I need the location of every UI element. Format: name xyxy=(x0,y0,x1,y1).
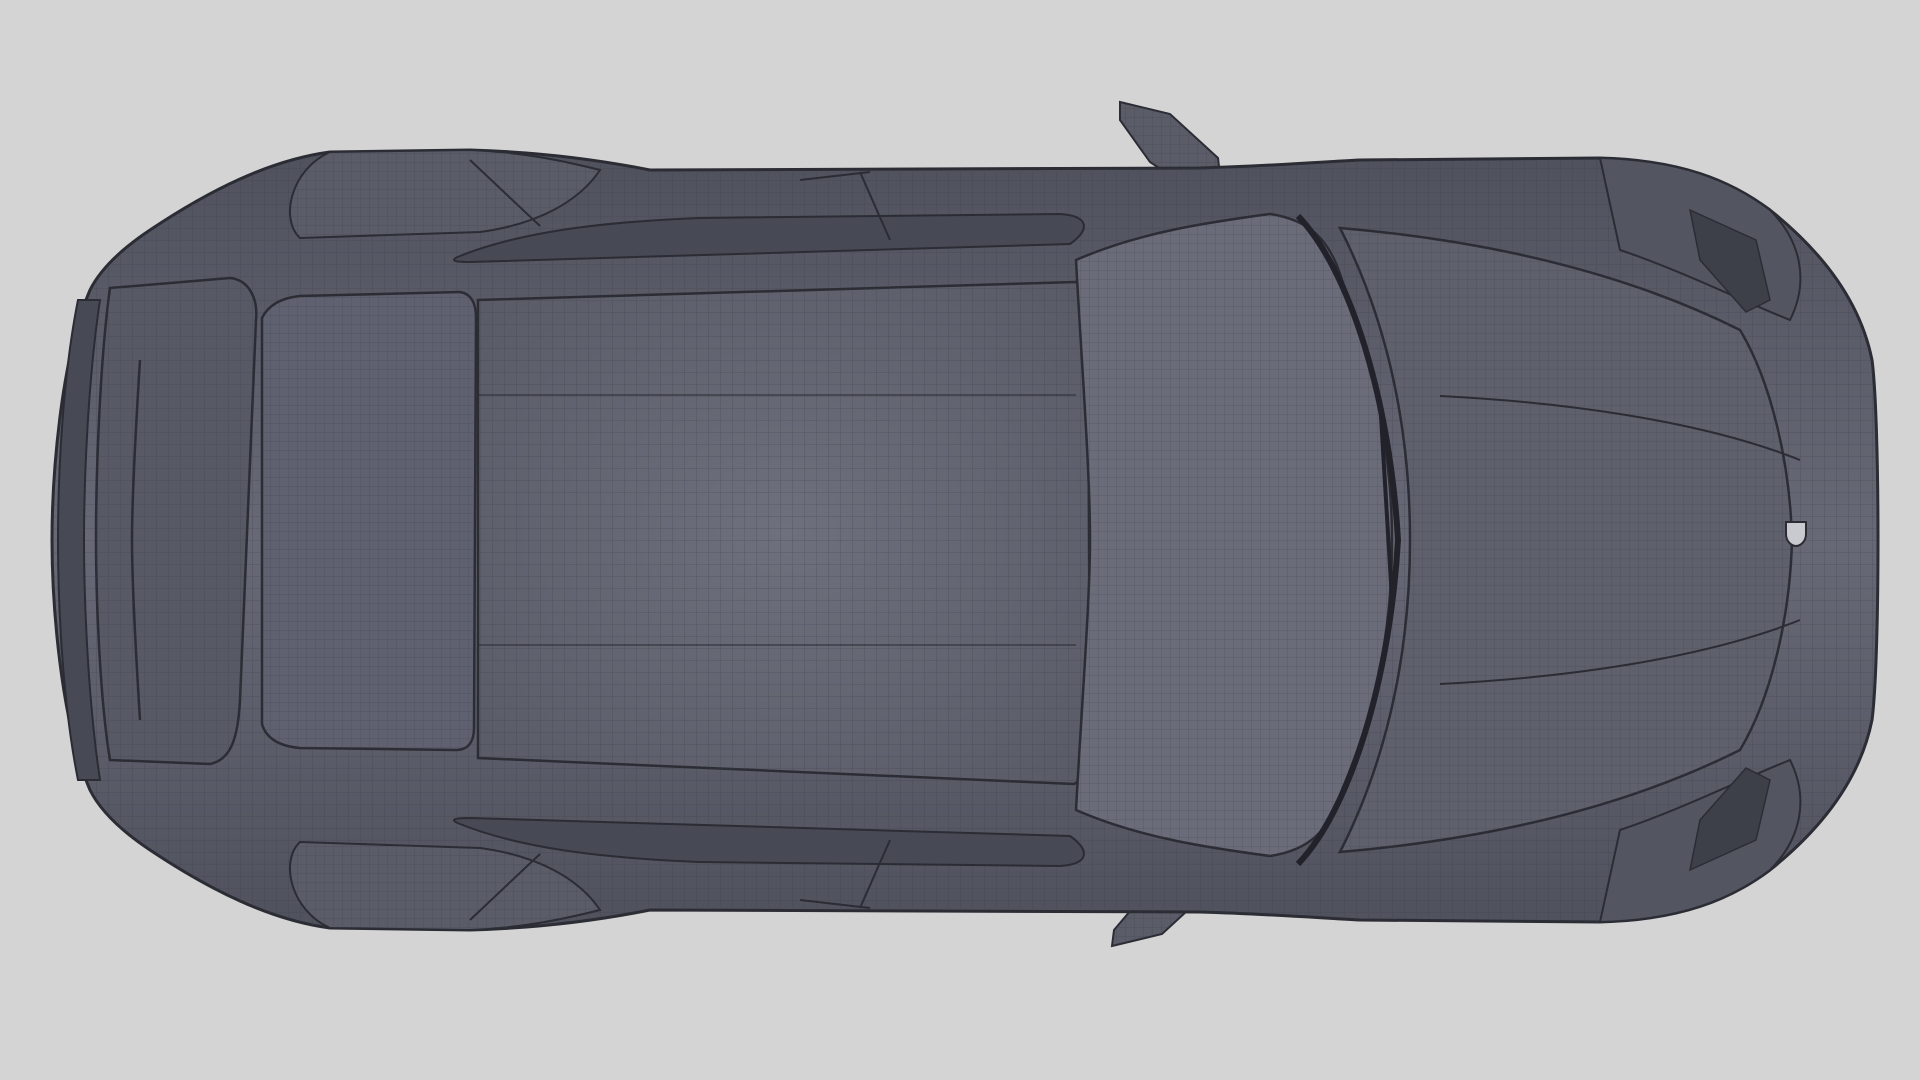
car-render xyxy=(0,0,1920,1080)
viewport xyxy=(0,0,1920,1080)
windshield xyxy=(1074,212,1394,858)
roof-panel xyxy=(476,280,1092,786)
rear-spoiler xyxy=(94,276,258,766)
hood-emblem xyxy=(1785,521,1807,548)
rear-window xyxy=(260,290,478,752)
